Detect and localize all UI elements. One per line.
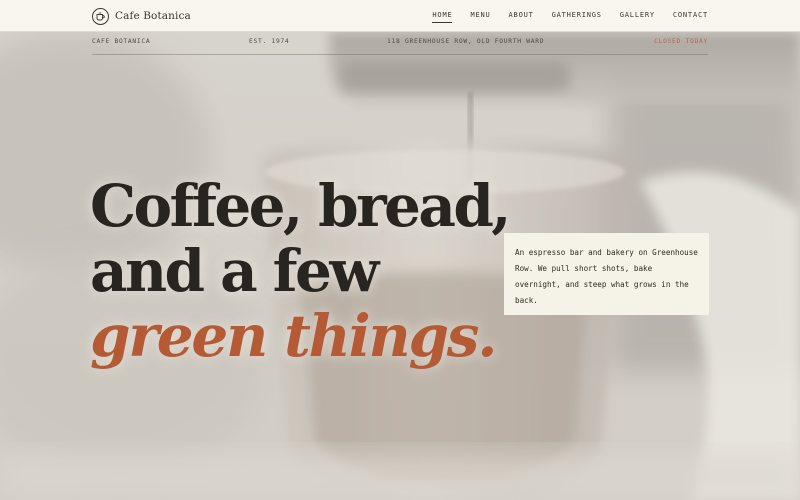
nav-gallery[interactable]: GALLERY <box>620 11 655 23</box>
info-address: 118 GREENHOUSE ROW, OLD FOURTH WARD <box>387 38 545 45</box>
hero-description: An espresso bar and bakery on Greenhouse… <box>515 248 698 305</box>
info-divider <box>92 54 708 55</box>
main-nav: HOME MENU ABOUT GATHERINGS GALLERY CONTA… <box>432 11 708 23</box>
info-strip: CAFE BOTANICA EST. 1974 118 GREENHOUSE R… <box>92 38 708 50</box>
hero-headline: Coffee, bread, and a few green things. <box>90 172 511 370</box>
headline-accent: green things. <box>90 302 497 370</box>
headline-line-2: and a few <box>90 237 379 305</box>
coffee-cup-icon <box>92 7 109 25</box>
site-header: Cafe Botanica HOME MENU ABOUT GATHERINGS… <box>0 0 800 32</box>
hero-description-card: An espresso bar and bakery on Greenhouse… <box>504 233 709 315</box>
nav-gatherings[interactable]: GATHERINGS <box>552 11 602 23</box>
info-cafe-name: CAFE BOTANICA <box>92 38 151 45</box>
nav-about[interactable]: ABOUT <box>509 11 534 23</box>
info-established: EST. 1974 <box>249 38 290 45</box>
nav-home[interactable]: HOME <box>432 11 453 23</box>
headline-line-1: Coffee, bread, <box>90 172 511 240</box>
info-status: CLOSED TODAY <box>654 38 708 45</box>
brand-name: Cafe Botanica <box>115 10 191 22</box>
brand-logo-link[interactable]: Cafe Botanica <box>92 7 191 25</box>
nav-menu[interactable]: MENU <box>470 11 490 23</box>
nav-contact[interactable]: CONTACT <box>673 11 708 23</box>
